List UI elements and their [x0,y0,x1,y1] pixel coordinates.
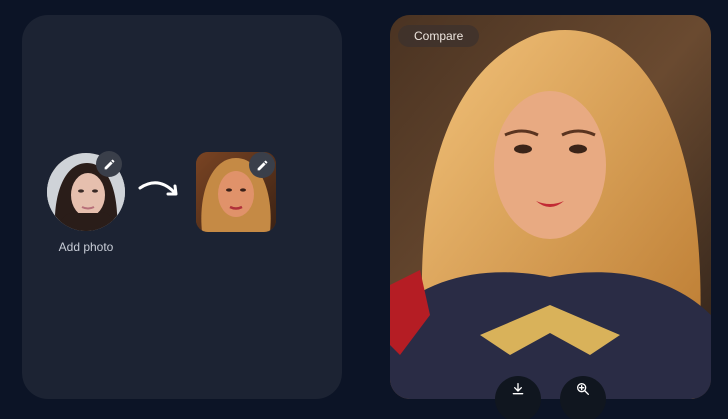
add-photo-label[interactable]: Add photo [46,240,126,254]
result-image [390,15,711,399]
zoom-in-icon [577,383,589,395]
curved-arrow-icon [138,181,178,196]
zoom-button[interactable] [560,376,606,419]
pencil-icon [104,159,114,169]
target-edit-button[interactable] [249,152,275,178]
download-icon [512,383,524,395]
compare-button[interactable]: Compare [398,25,480,47]
source-edit-button[interactable] [96,151,122,177]
download-button[interactable] [495,376,541,419]
pencil-icon [257,160,267,170]
